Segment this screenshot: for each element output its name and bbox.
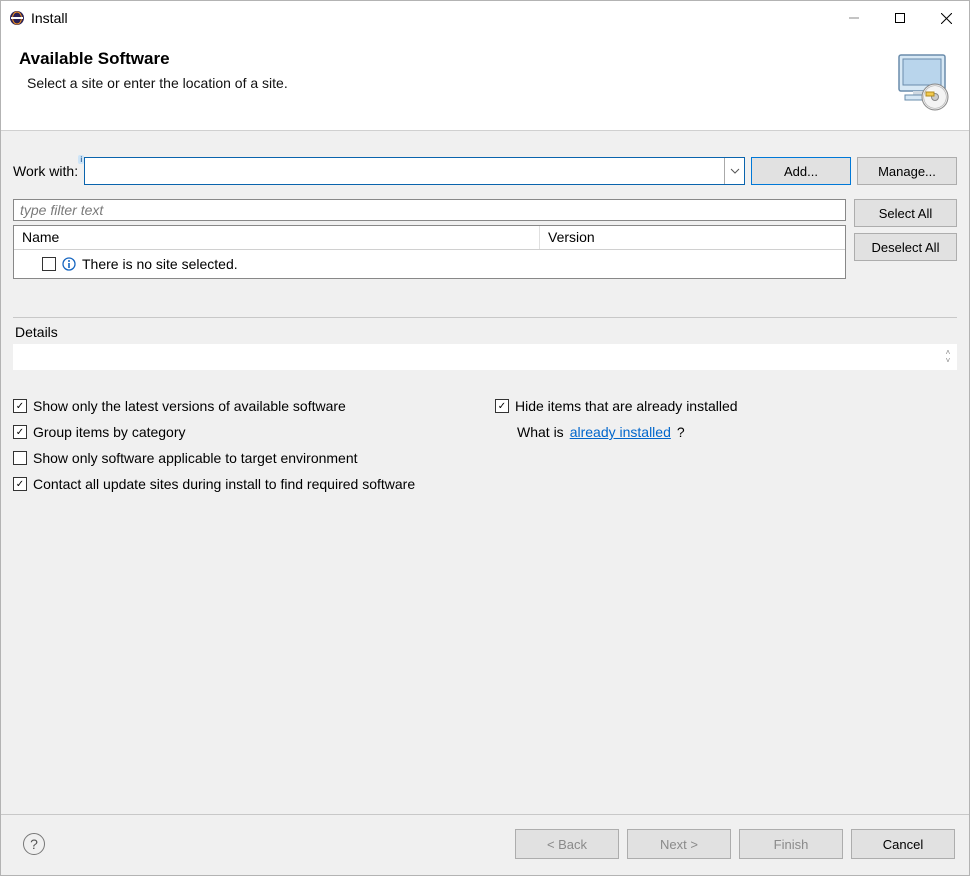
checkbox-icon[interactable]: ✓ [495,399,509,413]
maximize-button[interactable] [877,1,923,35]
work-with-row: Work with:i Add... Manage... [13,157,957,185]
select-all-button[interactable]: Select All [854,199,957,227]
close-button[interactable] [923,1,969,35]
details-box: ˄˅ [13,344,957,370]
table-header: Name Version [14,226,845,250]
checkbox-icon[interactable]: ✓ [13,425,27,439]
help-icon[interactable]: ? [23,833,45,855]
finish-button: Finish [739,829,843,859]
already-installed-hint: What is already installed ? [495,424,957,440]
install-wizard-icon [891,49,955,116]
banner: Available Software Select a site or ente… [1,35,969,131]
window-controls [831,1,969,35]
options-area: ✓ Show only the latest versions of avail… [13,398,957,492]
deselect-all-button[interactable]: Deselect All [854,233,957,261]
page-heading: Available Software [19,49,951,69]
row-text: There is no site selected. [82,256,238,272]
opt-latest-versions[interactable]: ✓ Show only the latest versions of avail… [13,398,475,414]
opt-hide-installed[interactable]: ✓ Hide items that are already installed [495,398,957,414]
back-button: < Back [515,829,619,859]
work-with-combo[interactable] [84,157,745,185]
cancel-button[interactable]: Cancel [851,829,955,859]
checkbox-icon[interactable]: ✓ [13,399,27,413]
software-table: Name Version There is no site selected. [13,225,846,279]
window-title: Install [31,10,68,26]
details-label: Details [15,324,955,340]
column-version[interactable]: Version [540,226,845,249]
footer: ? < Back Next > Finish Cancel [1,814,969,875]
manage-button[interactable]: Manage... [857,157,957,185]
checkbox-icon[interactable]: ✓ [13,477,27,491]
eclipse-icon [9,10,25,26]
minimize-button[interactable] [831,1,877,35]
next-button: Next > [627,829,731,859]
separator [13,317,957,318]
content-area: Work with:i Add... Manage... Name Versio… [1,131,969,814]
add-button[interactable]: Add... [751,157,851,185]
work-with-input[interactable] [85,158,724,184]
work-with-label: Work with:i [13,163,78,179]
table-row[interactable]: There is no site selected. [22,254,837,274]
opt-contact-update-sites[interactable]: ✓ Contact all update sites during instal… [13,476,957,492]
row-checkbox[interactable] [42,257,56,271]
column-name[interactable]: Name [14,226,540,249]
titlebar: Install [1,1,969,35]
selection-buttons: Select All Deselect All [854,199,957,279]
details-scroll[interactable]: ˄˅ [941,344,955,370]
checkbox-icon[interactable] [13,451,27,465]
opt-target-environment[interactable]: Show only software applicable to target … [13,450,957,466]
page-subtitle: Select a site or enter the location of a… [27,75,951,91]
filter-row: Name Version There is no site selected. [13,199,957,279]
filter-input[interactable] [13,199,846,221]
opt-group-by-category[interactable]: ✓ Group items by category [13,424,475,440]
already-installed-link[interactable]: already installed [570,424,671,440]
chevron-down-icon[interactable] [724,158,744,184]
install-dialog: Install Available Software Select a site… [0,0,970,876]
table-body: There is no site selected. [14,250,845,278]
info-icon [62,257,76,271]
